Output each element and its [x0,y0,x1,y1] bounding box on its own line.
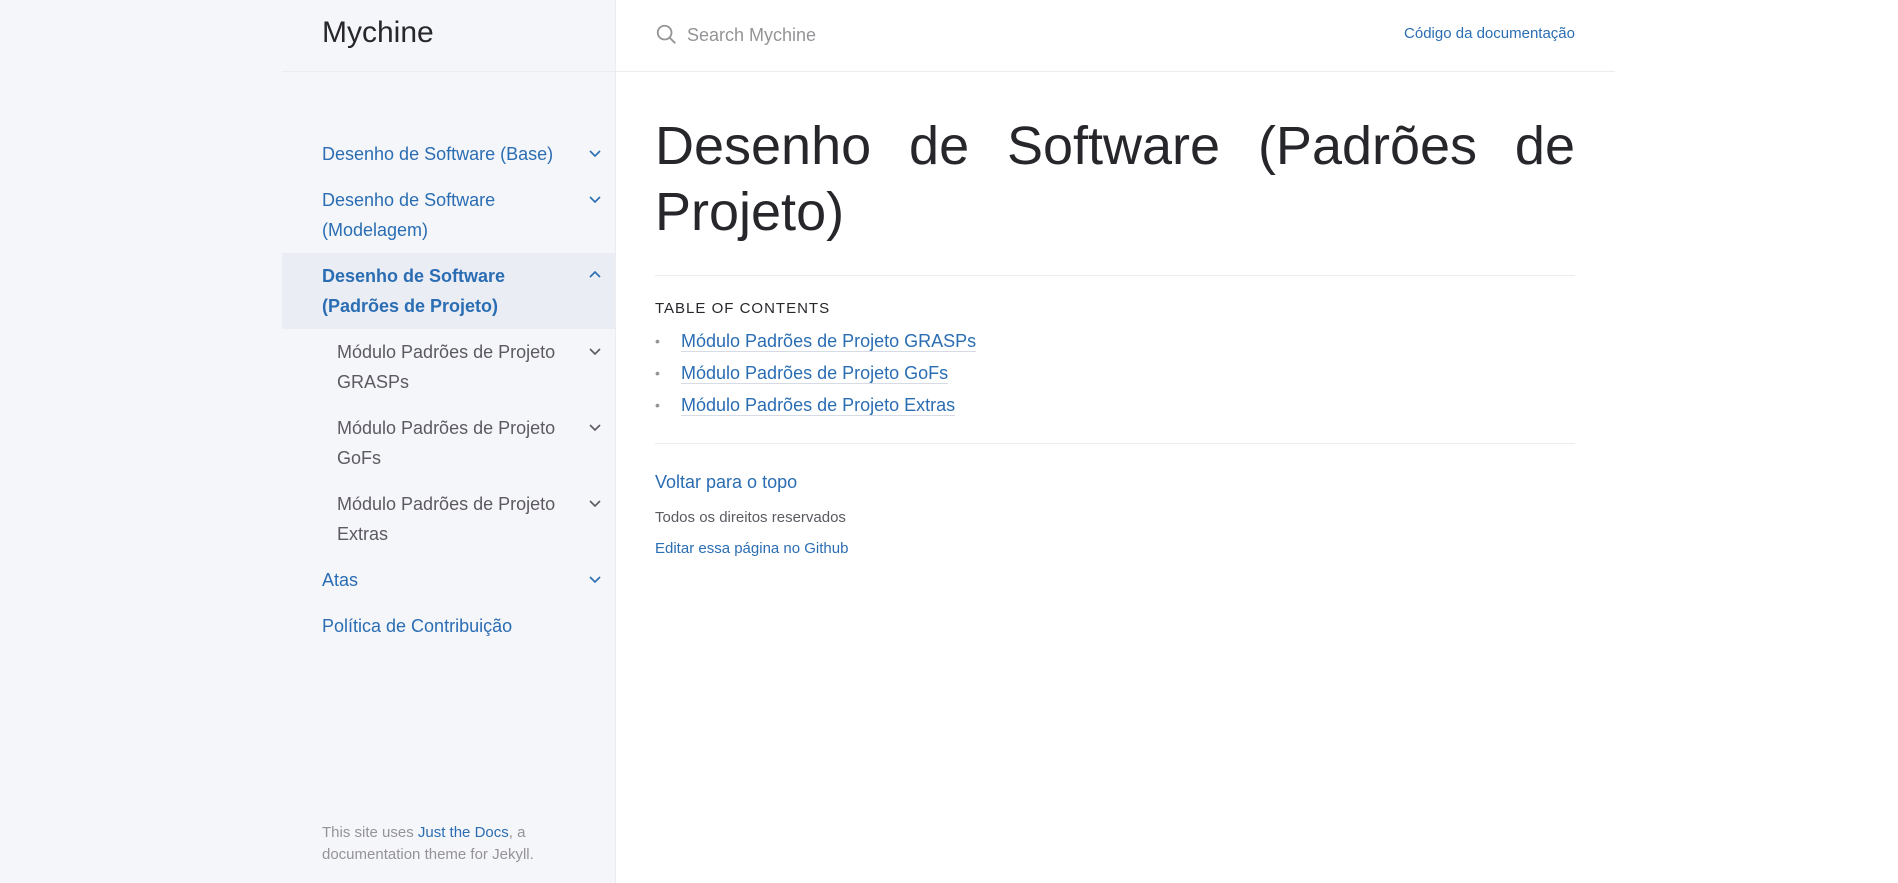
toc-link-gofs[interactable]: Módulo Padrões de Projeto GoFs [681,363,949,384]
toc-item: Módulo Padrões de Projeto GoFs [655,357,1575,389]
documentation-source-link[interactable]: Código da documentação [1404,25,1575,42]
nav-item-padroes-active: Desenho de Software (Padrões de Projeto) [282,253,615,329]
nav-item-modelagem: Desenho de Software (Modelagem) [282,177,615,253]
sidebar-footer-note: This site uses Just the Docs, a document… [322,822,582,866]
copyright-text: Todos os direitos reservados [655,509,846,526]
page-title: Desenho de Software (Padrões de Projeto) [655,113,1575,276]
nav-item-contribuicao: Política de Contribuição [282,603,615,649]
just-the-docs-link[interactable]: Just the Docs [418,824,509,841]
edit-on-github-link[interactable]: Editar essa página no Github [655,540,848,557]
toc-item: Módulo Padrões de Projeto GRASPs [655,325,1575,357]
site-header: Mychine [282,0,615,72]
nav-link-modelagem[interactable]: Desenho de Software (Modelagem) [322,190,495,240]
chevron-down-icon[interactable] [583,339,607,363]
nav-link-contribuicao[interactable]: Política de Contribuição [322,616,512,636]
nav-item-gofs: Módulo Padrões de Projeto GoFs [282,405,615,481]
nav-link-base[interactable]: Desenho de Software (Base) [322,144,553,164]
nav-link-atas[interactable]: Atas [322,570,358,590]
toc-list: Módulo Padrões de Projeto GRASPs Módulo … [655,325,1575,444]
chevron-down-icon[interactable] [583,567,607,591]
topbar: Código da documentação [615,0,1615,72]
chevron-down-icon[interactable] [583,141,607,165]
back-to-top-link[interactable]: Voltar para o topo [655,472,797,493]
search-input[interactable] [685,20,1139,50]
nav-link-gofs[interactable]: Módulo Padrões de Projeto GoFs [337,418,555,468]
toc-heading: TABLE OF CONTENTS [655,300,831,317]
search-box [655,20,1155,50]
chevron-down-icon[interactable] [583,415,607,439]
nav-item-base: Desenho de Software (Base) [282,131,615,177]
toc-link-grasps[interactable]: Módulo Padrões de Projeto GRASPs [681,331,977,352]
search-icon [655,23,677,50]
nav-item-grasps: Módulo Padrões de Projeto GRASPs [282,329,615,405]
nav-link-grasps[interactable]: Módulo Padrões de Projeto GRASPs [337,342,555,392]
main-content: Desenho de Software (Padrões de Projeto)… [655,71,1575,558]
chevron-down-icon[interactable] [583,491,607,515]
site-title-link[interactable]: Mychine [322,16,434,50]
nav-item-atas: Atas [282,557,615,603]
nav-link-padroes[interactable]: Desenho de Software (Padrões de Projeto) [322,266,505,316]
toc-item: Módulo Padrões de Projeto Extras [655,389,1575,421]
sidebar-nav: Desenho de Software (Base) Desenho de So… [282,131,615,649]
nav-item-extras: Módulo Padrões de Projeto Extras [282,481,615,557]
chevron-up-icon[interactable] [583,263,607,287]
toc-link-extras[interactable]: Módulo Padrões de Projeto Extras [681,395,956,416]
footer-prefix: This site uses [322,824,418,841]
nav-link-extras[interactable]: Módulo Padrões de Projeto Extras [337,494,555,544]
chevron-down-icon[interactable] [583,187,607,211]
